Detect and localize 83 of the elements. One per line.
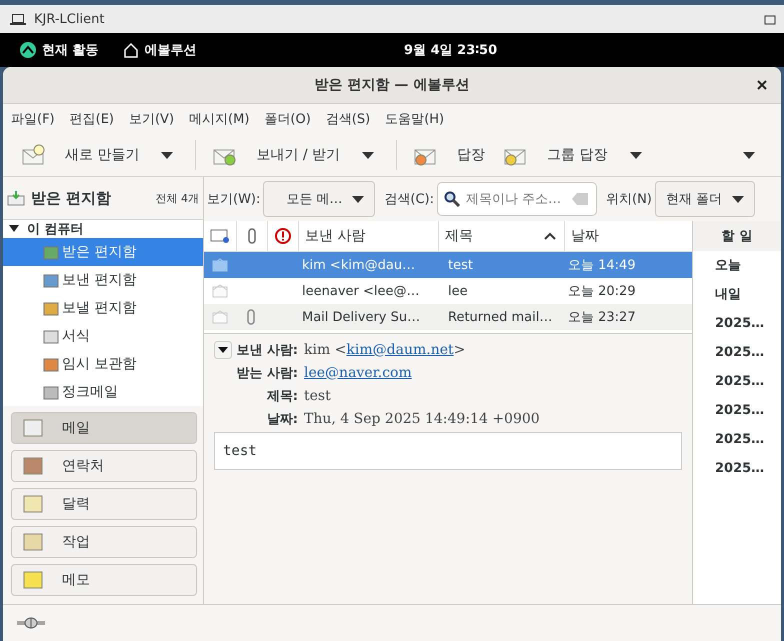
paperclip-icon[interactable] xyxy=(247,228,257,244)
priority-icon[interactable] xyxy=(275,228,291,244)
search-icon xyxy=(444,191,460,207)
header-value: kim <kim@daum.net> xyxy=(304,342,466,358)
menu-item[interactable]: 파일(F) xyxy=(11,110,55,128)
folder-item[interactable]: 받은 편지함 xyxy=(3,238,203,266)
column-header[interactable]: 보낸 사람 xyxy=(299,221,439,251)
header-label: 받는 사람: xyxy=(236,364,298,382)
dropdown-arrow-icon xyxy=(732,196,744,202)
activities-button[interactable]: 현재 활동 xyxy=(20,41,99,59)
header-value: Thu, 4 Sep 2025 14:49:14 +0900 xyxy=(304,410,540,426)
switcher-button[interactable]: 작업 xyxy=(11,526,197,558)
toolbar-button[interactable]: 보내기 / 받기 xyxy=(206,144,346,166)
menu-item[interactable]: 메시지(M) xyxy=(189,110,250,128)
column-header[interactable]: 날짜 xyxy=(565,221,692,251)
envelope-icon xyxy=(212,284,228,298)
header-label: 제목: xyxy=(266,388,298,404)
window-title: 받은 편지함 — 에볼루션 xyxy=(314,76,470,94)
toolbar-button[interactable]: 그룹 답장 xyxy=(497,144,614,166)
message-body: test xyxy=(214,432,682,470)
dropdown-arrow-icon[interactable] xyxy=(161,152,174,158)
todo-group[interactable]: 내일 xyxy=(693,280,781,309)
todo-group[interactable]: 2025… xyxy=(693,367,781,396)
todo-group[interactable]: 2025… xyxy=(693,425,781,454)
toolbar-button[interactable]: 답장 xyxy=(407,144,492,166)
folder-item[interactable]: 보낼 편지함 xyxy=(3,294,203,322)
todo-group[interactable]: 2025… xyxy=(693,338,781,367)
folder-item[interactable]: 임시 보관함 xyxy=(3,350,203,378)
house-icon xyxy=(122,42,139,58)
email-link[interactable]: kim@daum.net xyxy=(346,342,454,358)
todo-group[interactable]: 2025… xyxy=(693,454,781,483)
switcher-button[interactable]: 메일 xyxy=(11,412,197,444)
window-title: KJR-LClient xyxy=(34,12,104,26)
close-icon[interactable] xyxy=(757,80,767,90)
folder-item[interactable]: 정크메일 xyxy=(3,378,203,406)
search-field[interactable]: 제목이나 주소… xyxy=(437,182,597,216)
folder-item[interactable]: 서식 xyxy=(3,322,203,350)
view-dropdown[interactable]: 모든 메… xyxy=(263,181,376,217)
column-header[interactable]: 제목 xyxy=(439,221,565,251)
todo-title: 할 일 xyxy=(693,221,781,251)
todo-group[interactable]: 2025… xyxy=(693,309,781,338)
scope-label: 위치(N) xyxy=(606,191,652,208)
expander-icon[interactable] xyxy=(9,225,19,233)
message-count: 전체 4개 xyxy=(156,190,199,206)
envelope-icon xyxy=(212,258,228,272)
envelope-icon[interactable] xyxy=(210,229,230,243)
folder-group[interactable]: 이 컴퓨터 xyxy=(27,220,84,238)
dropdown-arrow-icon xyxy=(352,196,364,202)
message-row[interactable]: Mail Delivery Su… Returned mail… 오늘 23:27 xyxy=(204,304,692,330)
logo-icon xyxy=(20,42,36,58)
app-menu-button[interactable]: 에볼루션 xyxy=(122,41,197,59)
connection-icon[interactable] xyxy=(17,617,45,629)
envelope-icon xyxy=(212,310,228,324)
envelope-icon xyxy=(21,144,47,166)
switcher-button[interactable]: 달력 xyxy=(11,488,197,520)
inbox-icon xyxy=(7,190,25,206)
menu-item[interactable]: 편집(E) xyxy=(70,110,114,128)
dropdown-arrow-icon[interactable] xyxy=(630,152,642,158)
header-label: 날짜: xyxy=(266,410,298,428)
clock[interactable]: 9월 4일 23∶50 xyxy=(404,41,498,59)
collapse-toggle-icon[interactable] xyxy=(214,340,232,358)
menu-item[interactable]: 도움말(H) xyxy=(385,110,444,128)
header-label: 보낸 사람: xyxy=(236,342,298,358)
search-label: 검색(C): xyxy=(384,191,434,208)
todo-group[interactable]: 2025… xyxy=(693,396,781,425)
menu-item[interactable]: 보기(V) xyxy=(128,110,174,128)
todo-group[interactable]: 오늘 xyxy=(693,251,781,280)
menu-item[interactable]: 검색(S) xyxy=(326,110,370,128)
folder-title: 받은 편지함 xyxy=(31,188,112,208)
header-value: test xyxy=(304,388,331,404)
restore-icon[interactable] xyxy=(764,13,776,25)
switcher-button[interactable]: 연락처 xyxy=(11,450,197,482)
email-link[interactable]: lee@naver.com xyxy=(304,364,412,380)
folder-item[interactable]: 보낸 편지함 xyxy=(3,266,203,294)
overflow-arrow-icon[interactable] xyxy=(743,152,755,158)
view-label: 보기(W): xyxy=(207,191,260,208)
dropdown-arrow-icon[interactable] xyxy=(362,152,374,158)
scope-dropdown[interactable]: 현재 폴더 xyxy=(654,181,756,217)
laptop-icon xyxy=(10,12,26,26)
switcher-button[interactable]: 메모 xyxy=(11,564,197,596)
menu-item[interactable]: 폴더(O) xyxy=(264,110,311,128)
toolbar-button[interactable]: 새로 만들기 xyxy=(15,144,146,166)
message-row[interactable]: kim <kim@dau… test 오늘 14:49 xyxy=(204,252,692,278)
